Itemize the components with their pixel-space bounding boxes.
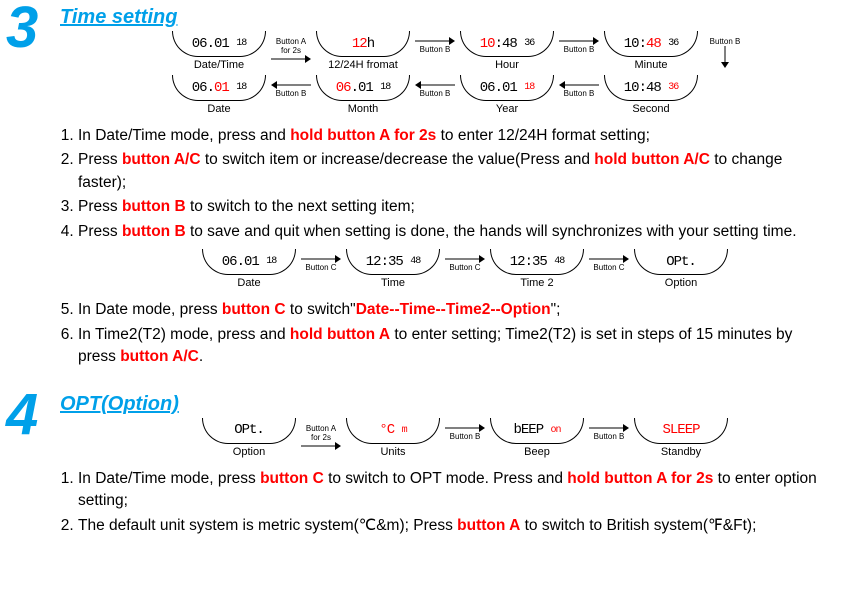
section-number: 4 — [6, 381, 38, 448]
arrow-right-icon: Button C — [298, 255, 344, 272]
section-time-setting: 3 Time setting 06.01 18 Date/Time Button… — [0, 0, 844, 387]
arrow-right-icon: Button B — [412, 37, 458, 54]
arrow-right-icon: Button B — [556, 37, 602, 54]
display-standby: SLEEP Standby — [634, 418, 728, 458]
arrow-down-icon: Button B — [700, 37, 750, 68]
list-item: The default unit system is metric system… — [78, 515, 834, 537]
display-year: 06.01 18 Year — [460, 75, 554, 115]
display-time2: 12:35 48 Time 2 — [490, 249, 584, 289]
section-heading: Time setting — [60, 0, 834, 29]
display-date2: 06.01 18 Date — [202, 249, 296, 289]
arrow-right-icon: Button A for 2s — [268, 37, 314, 63]
diagram-row-opt: OPt. Option Button A for 2s °C m Units B… — [200, 418, 834, 458]
display-date: 06.01 18 Date — [172, 75, 266, 115]
display-date-time: 06.01 18 Date/Time — [172, 31, 266, 71]
arrow-left-icon: Button B — [268, 81, 314, 98]
instruction-list2: In Date mode, press button C to switch"D… — [60, 299, 834, 368]
display-format: 12h 12/24H fromat — [316, 31, 410, 71]
display-minute: 10:48 36 Minute — [604, 31, 698, 71]
list-item: Press button A/C to switch item or incre… — [78, 149, 834, 194]
arrow-right-icon: Button B — [442, 424, 488, 441]
display-units: °C m Units — [346, 418, 440, 458]
arrow-left-icon: Button B — [412, 81, 458, 98]
diagram-row-3: 06.01 18 Date Button C 12:35 48 Time But… — [200, 249, 834, 289]
display-second: 10:48 36 Second — [604, 75, 698, 115]
display-time: 12:35 48 Time — [346, 249, 440, 289]
list-item: In Date/Time mode, press button C to swi… — [78, 468, 834, 513]
list-item: In Date mode, press button C to switch"D… — [78, 299, 834, 321]
arrow-right-icon: Button B — [586, 424, 632, 441]
display-hour: 10:48 36 Hour — [460, 31, 554, 71]
display-beep: bEEP on Beep — [490, 418, 584, 458]
display-month: 06.01 18 Month — [316, 75, 410, 115]
section-option: 4 OPT(Option) OPt. Option Button A for 2… — [0, 387, 844, 555]
list-item: In Time2(T2) mode, press and hold button… — [78, 324, 834, 369]
section-heading: OPT(Option) — [60, 387, 834, 416]
arrow-right-icon: Button C — [442, 255, 488, 272]
arrow-left-icon: Button B — [556, 81, 602, 98]
diagram-row-2: 06.01 18 Date Button B 06.01 18 Month Bu… — [170, 75, 834, 115]
diagram-row-1: 06.01 18 Date/Time Button A for 2s 12h 1… — [170, 31, 834, 71]
instruction-list-opt: In Date/Time mode, press button C to swi… — [60, 468, 834, 537]
display-option: OPt. Option — [634, 249, 728, 289]
display-option2: OPt. Option — [202, 418, 296, 458]
section-number: 3 — [6, 0, 38, 61]
instruction-list: In Date/Time mode, press and hold button… — [60, 125, 834, 243]
list-item: Press button B to save and quit when set… — [78, 221, 834, 243]
list-item: Press button B to switch to the next set… — [78, 196, 834, 218]
list-item: In Date/Time mode, press and hold button… — [78, 125, 834, 147]
arrow-right-icon: Button C — [586, 255, 632, 272]
arrow-right-icon: Button A for 2s — [298, 424, 344, 450]
